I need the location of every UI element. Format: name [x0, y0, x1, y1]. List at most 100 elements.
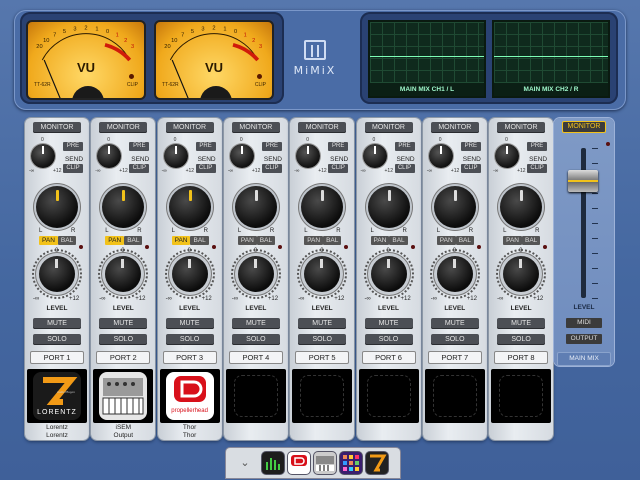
mute-button[interactable]: MUTE: [33, 318, 81, 329]
monitor-button[interactable]: MONITOR: [33, 122, 81, 133]
pre-button[interactable]: PRE: [261, 142, 282, 151]
pan-bal-toggle[interactable]: PAN BAL: [304, 236, 342, 245]
instrument-slot[interactable]: [358, 369, 419, 423]
pan-toggle[interactable]: PAN: [370, 236, 390, 245]
send-knob[interactable]: [163, 144, 188, 168]
port-button[interactable]: PORT 3: [162, 351, 217, 364]
pan-toggle[interactable]: PAN: [39, 236, 58, 245]
send-knob[interactable]: [428, 144, 453, 168]
pan-knob[interactable]: [301, 186, 344, 228]
main-mix-button[interactable]: MAIN MIX: [558, 353, 610, 365]
mute-button[interactable]: MUTE: [298, 318, 347, 329]
app-icon-green[interactable]: [262, 452, 284, 474]
send-knob[interactable]: [31, 144, 55, 168]
pre-button[interactable]: PRE: [129, 142, 150, 151]
bal-toggle[interactable]: BAL: [521, 236, 541, 245]
mute-button[interactable]: MUTE: [497, 318, 546, 329]
solo-button[interactable]: SOLO: [364, 334, 413, 345]
app-icon-grid[interactable]: [340, 452, 362, 474]
level-knob[interactable]: [98, 249, 149, 299]
pan-knob[interactable]: [102, 186, 145, 228]
pan-bal-toggle[interactable]: PAN BAL: [171, 236, 209, 245]
port-button[interactable]: PORT 2: [96, 351, 151, 364]
pan-toggle[interactable]: PAN: [171, 236, 191, 245]
port-button[interactable]: PORT 4: [228, 351, 283, 364]
master-fader-handle[interactable]: [568, 170, 598, 192]
solo-button[interactable]: SOLO: [430, 334, 479, 345]
pan-knob[interactable]: [367, 186, 410, 228]
pre-button[interactable]: PRE: [63, 142, 83, 151]
instrument-slot[interactable]: [491, 369, 552, 423]
monitor-button[interactable]: MONITOR: [231, 122, 280, 133]
pan-bal-toggle[interactable]: PAN BAL: [436, 236, 474, 245]
monitor-button[interactable]: MONITOR: [497, 122, 546, 133]
instrument-logo-thor[interactable]: propellerhead: [165, 372, 214, 420]
pan-bal-toggle[interactable]: PAN BAL: [503, 236, 541, 245]
monitor-button[interactable]: MONITOR: [298, 122, 347, 133]
midi-button[interactable]: MIDI: [566, 318, 602, 328]
port-button[interactable]: PORT 7: [427, 351, 482, 364]
level-knob[interactable]: [363, 249, 414, 299]
port-button[interactable]: PORT 6: [361, 351, 416, 364]
solo-button[interactable]: SOLO: [231, 334, 280, 345]
level-knob[interactable]: [164, 249, 215, 299]
mute-button[interactable]: MUTE: [231, 318, 280, 329]
pre-button[interactable]: PRE: [527, 142, 548, 151]
instrument-slot[interactable]: LORENTZ Audio Plug-in: [27, 369, 87, 423]
master-monitor-button[interactable]: MONITOR: [563, 122, 605, 132]
bal-toggle[interactable]: BAL: [323, 236, 342, 245]
solo-button[interactable]: SOLO: [33, 334, 81, 345]
solo-button[interactable]: SOLO: [99, 334, 148, 345]
empty-instrument-slot[interactable]: [432, 375, 477, 417]
level-knob[interactable]: [297, 249, 348, 299]
mute-button[interactable]: MUTE: [165, 318, 214, 329]
empty-instrument-slot[interactable]: [300, 375, 345, 417]
send-knob[interactable]: [362, 144, 387, 168]
bal-toggle[interactable]: BAL: [124, 236, 143, 245]
pan-toggle[interactable]: PAN: [237, 236, 257, 245]
pan-knob[interactable]: [500, 186, 543, 228]
instrument-slot[interactable]: [93, 369, 154, 423]
bal-toggle[interactable]: BAL: [389, 236, 408, 245]
empty-instrument-slot[interactable]: [366, 375, 411, 417]
solo-button[interactable]: SOLO: [165, 334, 214, 345]
instrument-logo-isem[interactable]: [99, 372, 148, 420]
level-knob[interactable]: [32, 249, 82, 299]
mute-button[interactable]: MUTE: [430, 318, 479, 329]
send-knob[interactable]: [296, 144, 321, 168]
mute-button[interactable]: MUTE: [364, 318, 413, 329]
pan-toggle[interactable]: PAN: [105, 236, 125, 245]
pan-bal-toggle[interactable]: PAN BAL: [237, 236, 276, 245]
pan-bal-toggle[interactable]: PAN BAL: [39, 236, 77, 245]
pan-knob[interactable]: [433, 186, 476, 228]
empty-instrument-slot[interactable]: [499, 375, 544, 417]
output-button[interactable]: OUTPUT: [566, 334, 602, 344]
pan-toggle[interactable]: PAN: [304, 236, 324, 245]
app-icon-lorentz[interactable]: [366, 452, 388, 474]
pan-knob[interactable]: [36, 186, 78, 228]
empty-instrument-slot[interactable]: [233, 375, 278, 417]
instrument-slot[interactable]: [424, 369, 485, 423]
monitor-button[interactable]: MONITOR: [364, 122, 413, 133]
port-button[interactable]: PORT 1: [30, 351, 84, 364]
pan-knob[interactable]: [168, 186, 211, 228]
pre-button[interactable]: PRE: [394, 142, 415, 151]
app-icon-thor[interactable]: [288, 452, 310, 474]
pan-bal-toggle[interactable]: PAN BAL: [105, 236, 143, 245]
level-knob[interactable]: [496, 249, 547, 299]
send-knob[interactable]: [495, 144, 520, 168]
pre-button[interactable]: PRE: [460, 142, 481, 151]
bal-toggle[interactable]: BAL: [256, 236, 276, 245]
send-knob[interactable]: [229, 144, 254, 168]
level-knob[interactable]: [230, 249, 281, 299]
level-knob[interactable]: [429, 249, 480, 299]
bal-toggle[interactable]: BAL: [455, 236, 474, 245]
pan-knob[interactable]: [234, 186, 277, 228]
instrument-slot[interactable]: [292, 369, 353, 423]
monitor-button[interactable]: MONITOR: [165, 122, 214, 133]
pan-toggle[interactable]: PAN: [503, 236, 522, 245]
port-button[interactable]: PORT 5: [295, 351, 350, 364]
monitor-button[interactable]: MONITOR: [430, 122, 479, 133]
bal-toggle[interactable]: BAL: [57, 236, 77, 245]
mute-button[interactable]: MUTE: [99, 318, 148, 329]
